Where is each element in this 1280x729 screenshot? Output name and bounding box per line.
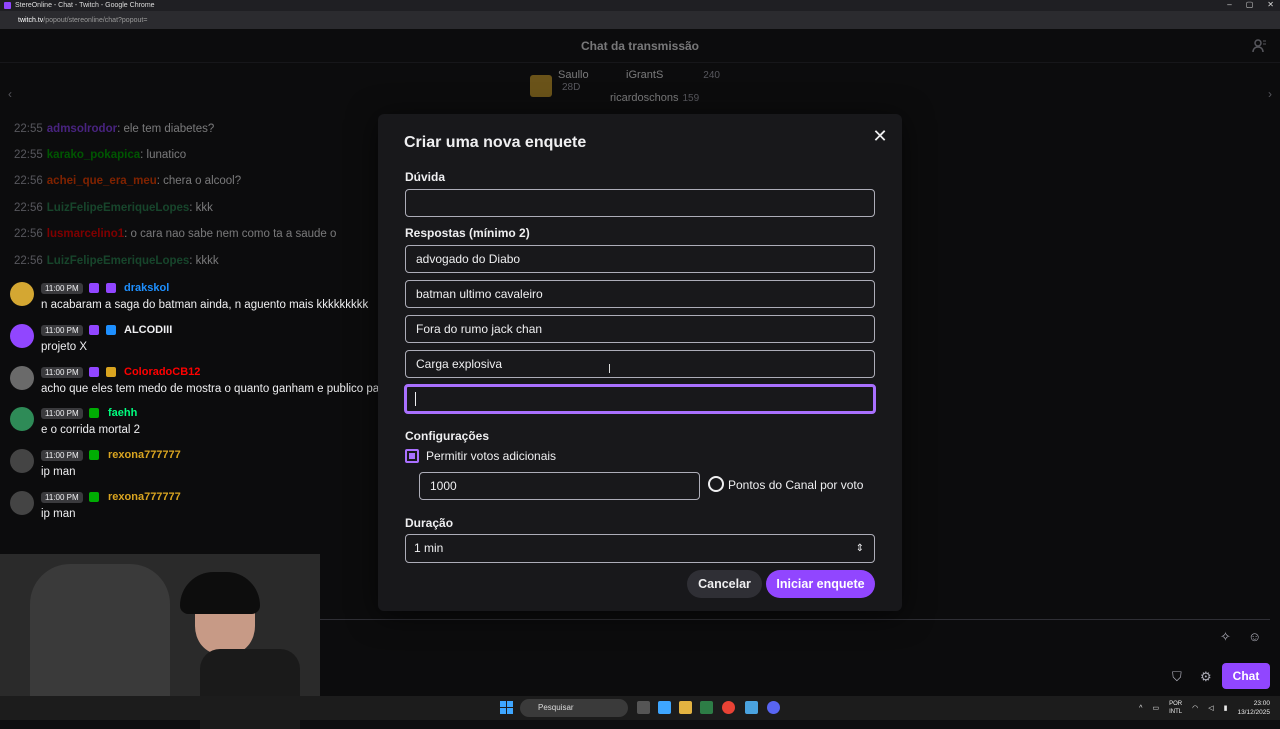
wifi-icon[interactable]: ◠ <box>1192 704 1198 712</box>
allow-extra-votes-label[interactable]: Permitir votos adicionais <box>426 449 556 463</box>
shield-icon[interactable]: ⛉ <box>1172 669 1182 685</box>
answer-input-5[interactable] <box>404 384 876 414</box>
timestamp: 11:00 PM <box>41 367 83 378</box>
chat-input-area: ✧ ☺ ⛉ ⚙ Chat <box>320 619 1280 696</box>
answer-input-4[interactable]: Carga explosiva <box>405 350 875 378</box>
message-text: n acabaram a saga do batman ainda, n agu… <box>41 299 369 311</box>
network-icon[interactable]: ▭ <box>1152 704 1159 712</box>
close-window-button[interactable]: ✕ <box>1267 0 1274 9</box>
chevron-up-icon[interactable]: ^ <box>1139 705 1142 712</box>
minimize-button[interactable]: – <box>1227 0 1231 9</box>
windows-start-icon[interactable] <box>500 701 514 715</box>
modal-title: Criar uma nova enquete <box>404 134 587 151</box>
sub-badge-icon <box>89 325 99 335</box>
start-poll-button[interactable]: Iniciar enquete <box>766 570 875 598</box>
message-text: projeto X <box>41 341 88 353</box>
gear-icon[interactable]: ⚙ <box>1200 669 1212 685</box>
notepad-icon[interactable] <box>745 701 758 714</box>
duration-value: 1 min <box>414 541 444 555</box>
message-text: acho que eles tem medo de mostra o quant… <box>41 383 431 395</box>
predict-badge-icon <box>89 492 99 502</box>
predict-badge-icon <box>89 408 99 418</box>
timestamp: 11:00 PM <box>41 492 83 503</box>
crown-badge-icon <box>106 325 116 335</box>
username[interactable]: ColoradoCB12 <box>124 366 200 378</box>
text-cursor-icon <box>609 364 612 373</box>
chevron-updown-icon: ⇕ <box>855 543 864 554</box>
settings-label: Configurações <box>405 429 490 443</box>
copilot-icon[interactable] <box>658 701 671 714</box>
volume-icon[interactable]: ◁ <box>1208 704 1213 712</box>
avatar[interactable] <box>10 282 34 306</box>
system-tray: ^ ▭ POR INTL ◠ ◁ ▮ 23:00 13/12/2025 <box>1139 699 1270 717</box>
language-indicator[interactable]: POR INTL <box>1169 700 1182 716</box>
username[interactable]: rexona777777 <box>108 491 181 503</box>
url-path: /popout/stereonline/chat?popout= <box>43 16 148 24</box>
prime-badge-icon <box>106 283 116 293</box>
text-caret <box>415 391 416 406</box>
avatar[interactable] <box>10 491 34 515</box>
timestamp: 11:00 PM <box>41 408 83 419</box>
discord-icon[interactable] <box>767 701 780 714</box>
sub-badge-icon <box>89 283 99 293</box>
window-title: StereOnline - Chat - Twitch - Google Chr… <box>15 2 155 9</box>
avatar[interactable] <box>10 324 34 348</box>
store-icon[interactable] <box>700 701 713 714</box>
address-bar[interactable]: twitch.tv/popout/stereonline/chat?popout… <box>0 11 1280 29</box>
username[interactable]: ALCODIII <box>124 324 172 336</box>
emote-icon[interactable]: ☺ <box>1248 629 1261 644</box>
answer-input-1[interactable]: advogado do Diabo <box>405 245 875 273</box>
predict-badge-icon <box>89 450 99 460</box>
chrome-icon[interactable] <box>722 701 735 714</box>
chat-input[interactable] <box>320 619 1270 653</box>
answers-label: Respostas (mínimo 2) <box>405 226 530 240</box>
avatar[interactable] <box>10 366 34 390</box>
chat-send-button[interactable]: Chat <box>1222 663 1270 689</box>
username[interactable]: rexona777777 <box>108 449 181 461</box>
answer-input-3[interactable]: Fora do rumo jack chan <box>405 315 875 343</box>
duration-select[interactable]: 1 min ⇕ <box>405 534 875 563</box>
taskbar-search[interactable]: Pesquisar <box>520 699 628 717</box>
checkbox-check-icon <box>409 453 415 459</box>
webcam-cap <box>180 572 260 614</box>
timestamp: 11:00 PM <box>41 283 83 294</box>
username[interactable]: drakskol <box>124 282 169 294</box>
cancel-button[interactable]: Cancelar <box>687 570 762 598</box>
windows-taskbar: Pesquisar ^ ▭ POR INTL ◠ ◁ ▮ 23:00 13/12/2… <box>0 696 1280 720</box>
answer-input-2[interactable]: batman ultimo cavaleiro <box>405 280 875 308</box>
duration-label: Duração <box>405 516 454 530</box>
bits-icon[interactable]: ✧ <box>1220 629 1231 645</box>
battery-icon[interactable]: ▮ <box>1224 704 1228 712</box>
message-text: ip man <box>41 508 76 520</box>
clock[interactable]: 23:00 13/12/2025 <box>1237 699 1270 717</box>
maximize-button[interactable]: ▢ <box>1246 0 1254 9</box>
bits-badge-icon <box>106 367 116 377</box>
create-poll-modal: Criar uma nova enquete ✕ Dúvida Resposta… <box>378 114 902 611</box>
browser-title-bar: StereOnline - Chat - Twitch - Google Chr… <box>0 0 1280 11</box>
allow-extra-votes-checkbox[interactable] <box>405 449 419 463</box>
avatar[interactable] <box>10 449 34 473</box>
timestamp: 11:00 PM <box>41 450 83 461</box>
question-label: Dúvida <box>405 170 446 184</box>
username[interactable]: faehh <box>108 407 137 419</box>
file-explorer-icon[interactable] <box>679 701 692 714</box>
message-text: e o corrida mortal 2 <box>41 424 141 436</box>
timestamp: 11:00 PM <box>41 325 83 336</box>
sub-badge-icon <box>89 367 99 377</box>
points-per-vote-label: Pontos do Canal por voto <box>728 478 864 492</box>
close-icon[interactable]: ✕ <box>870 126 890 146</box>
twitch-icon <box>4 2 11 9</box>
webcam-chair <box>30 564 170 714</box>
points-per-vote-input[interactable]: 1000 <box>419 472 700 500</box>
message-text: ip man <box>41 466 76 478</box>
channel-points-icon <box>708 476 724 492</box>
avatar[interactable] <box>10 407 34 431</box>
task-view-icon[interactable] <box>637 701 650 714</box>
url-host: twitch.tv <box>18 16 44 24</box>
question-input[interactable] <box>405 189 875 217</box>
window-controls: – ▢ ✕ <box>1227 0 1274 9</box>
